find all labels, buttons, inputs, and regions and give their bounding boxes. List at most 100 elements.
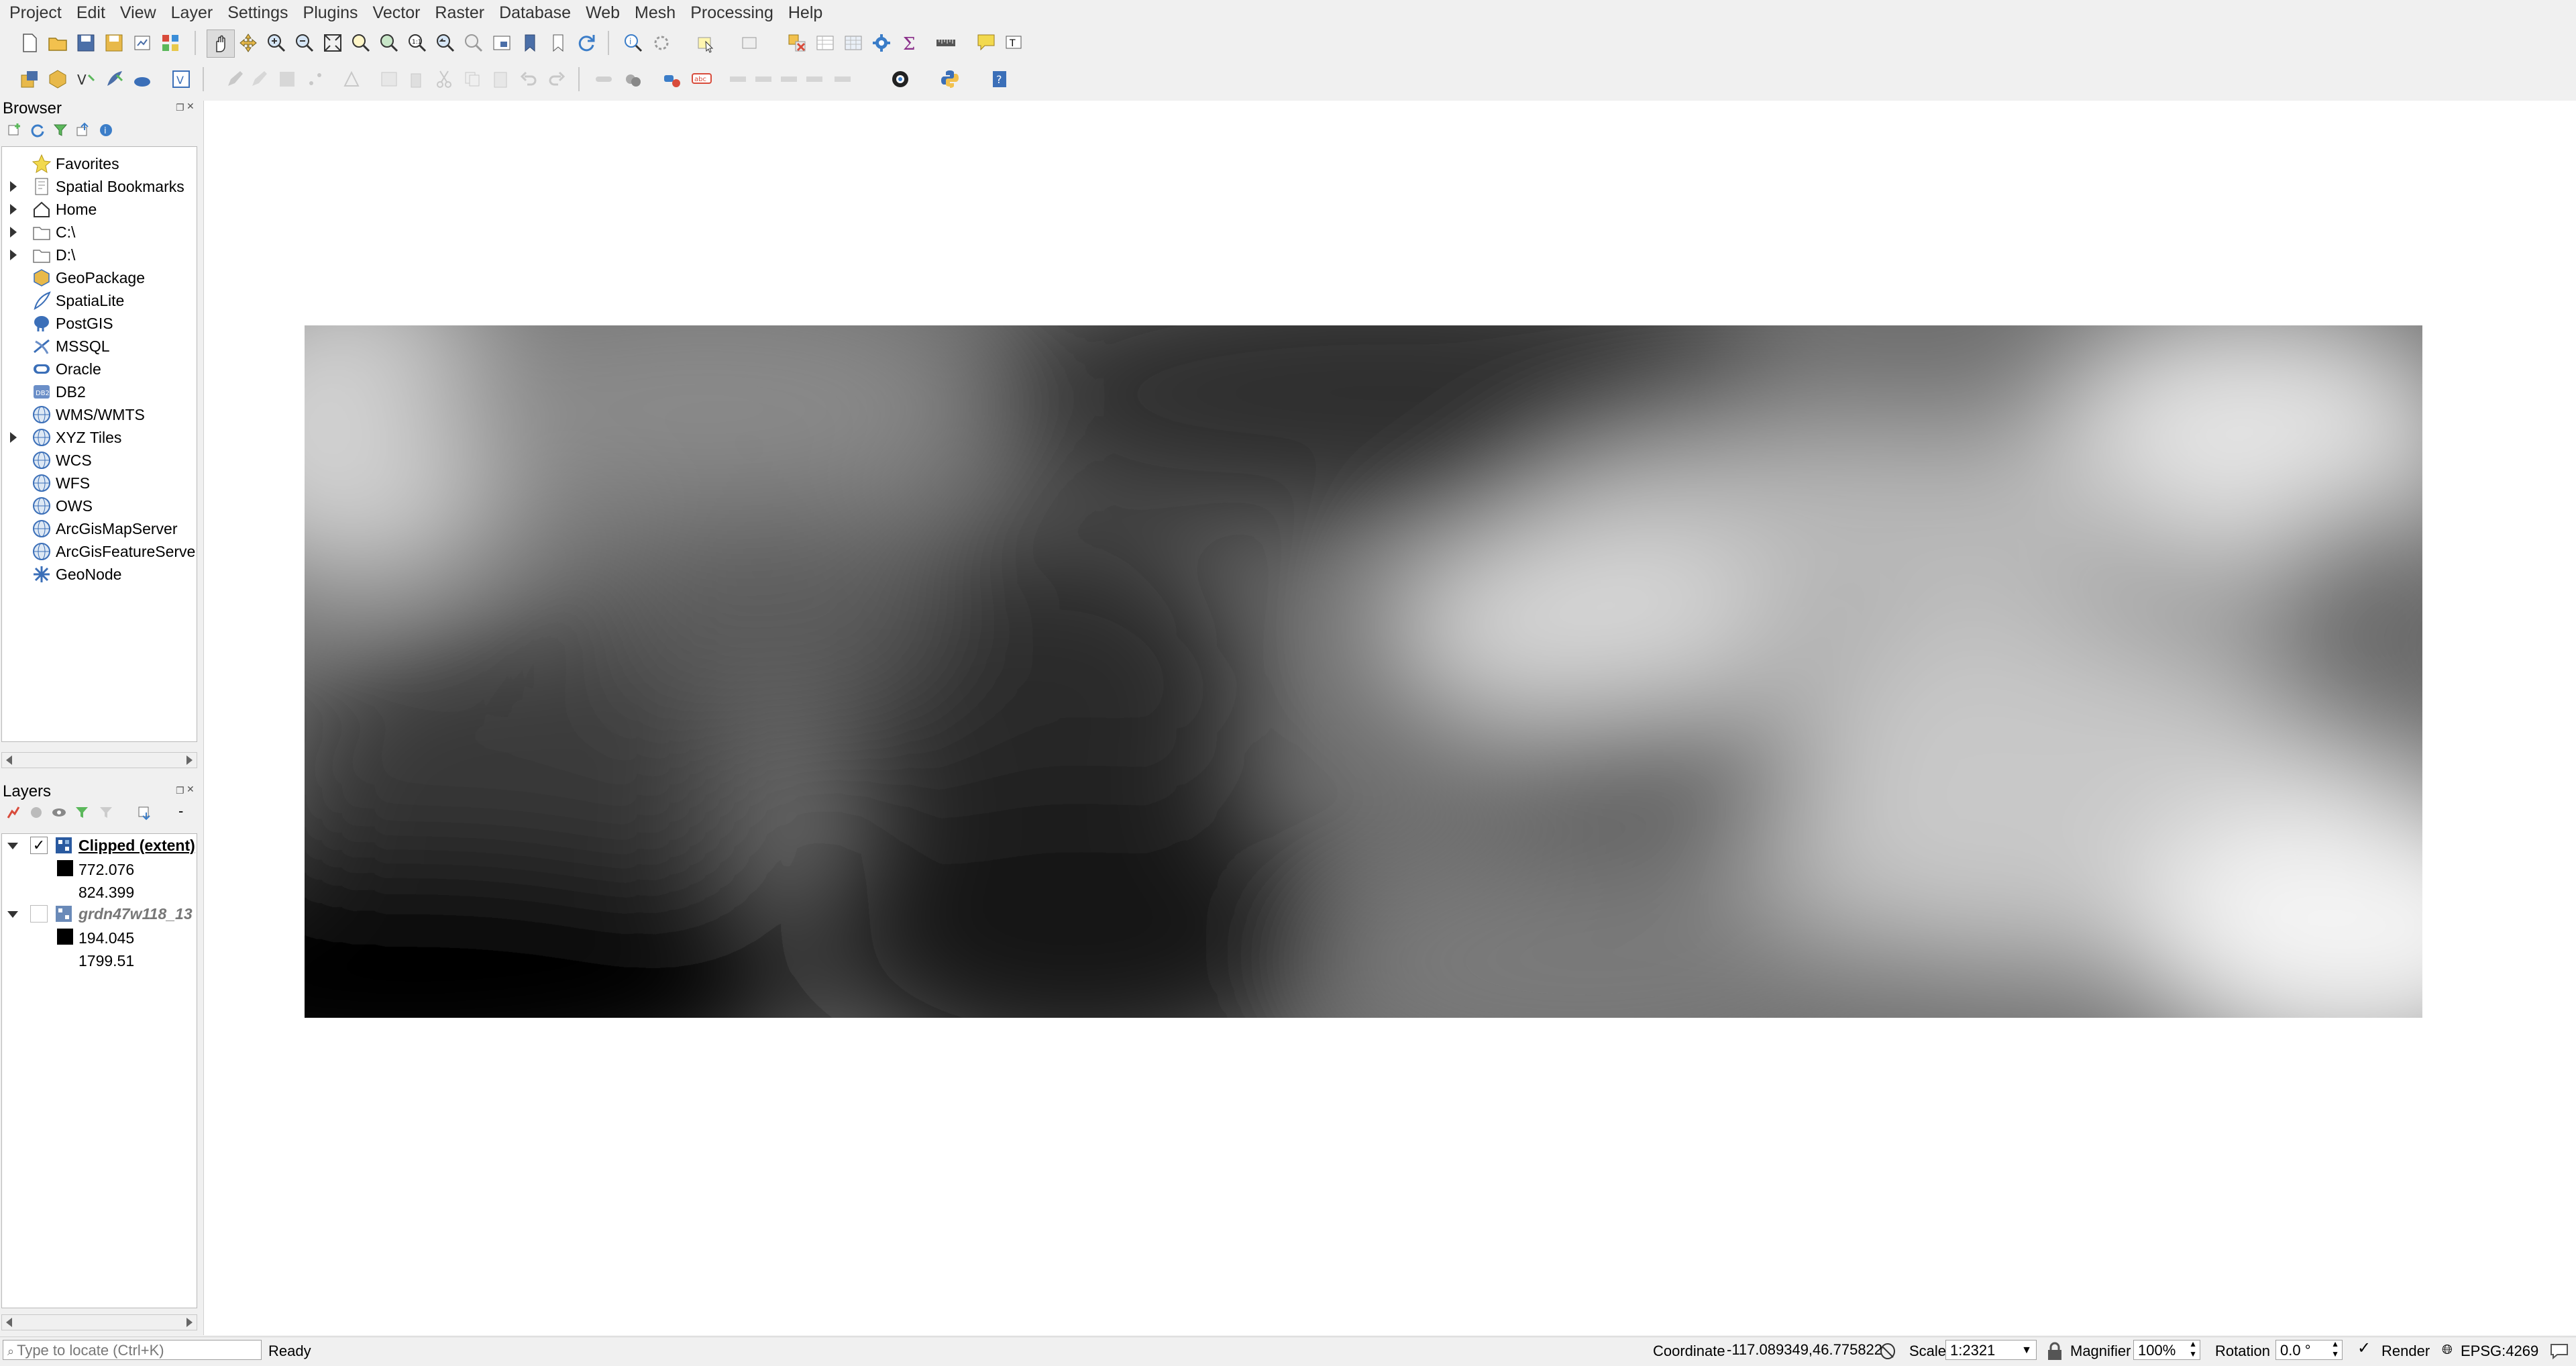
attribute-table-icon[interactable] [812, 30, 839, 56]
style-layer-icon[interactable] [5, 804, 21, 821]
deselect-all-icon[interactable] [784, 30, 810, 56]
layer-labeling-icon[interactable] [620, 66, 647, 93]
rotate-label-icon[interactable] [801, 66, 828, 93]
map-themes-icon[interactable] [51, 804, 67, 821]
browser-item-d[interactable]: D:\ [2, 244, 197, 266]
python-console-icon[interactable] [936, 66, 963, 93]
undo-icon[interactable] [515, 66, 542, 93]
browser-item-mssql[interactable]: MSSQL [2, 335, 197, 358]
change-label-icon[interactable] [829, 66, 856, 93]
lock-scale-icon[interactable] [2046, 1341, 2063, 1361]
layers-scrollbar[interactable] [1, 1314, 197, 1330]
zoom-native-icon[interactable]: 1:1 [404, 30, 431, 56]
label-abc-icon[interactable]: abc [688, 66, 715, 93]
statistical-summary-icon[interactable]: Σ [896, 30, 923, 56]
browser-item-xyz-tiles[interactable]: XYZ Tiles [2, 426, 197, 449]
show-hide-labels-icon[interactable] [750, 66, 777, 93]
new-virtual-layer-icon[interactable]: V [168, 66, 195, 93]
menu-project[interactable]: Project [0, 3, 67, 23]
browser-item-c[interactable]: C:\ [2, 221, 197, 244]
menu-view[interactable]: View [111, 3, 162, 23]
menu-web[interactable]: Web [576, 3, 625, 23]
style-manager-icon[interactable] [157, 30, 184, 56]
close-panel-icon[interactable]: ✕ [186, 101, 195, 112]
browser-item-db2[interactable]: DB2 DB2 [2, 380, 197, 403]
menu-layer[interactable]: Layer [162, 3, 219, 23]
menu-edit[interactable]: Edit [67, 3, 111, 23]
browser-item-wms-wmts[interactable]: WMS/WMTS [2, 403, 197, 426]
zoom-out-icon[interactable] [291, 30, 318, 56]
layer-item[interactable]: grdn47w118_13 [2, 902, 197, 925]
expand-arrow-icon[interactable] [10, 181, 17, 192]
browser-item-arcgisfeatureserver[interactable]: ArcGisFeatureServer [2, 540, 197, 563]
new-geopackage-layer-icon[interactable] [44, 66, 71, 93]
menu-raster[interactable]: Raster [425, 3, 490, 23]
new-temporary-layer-icon[interactable] [129, 66, 156, 93]
layer-item[interactable]: ✓ Clipped (extent) [2, 834, 197, 857]
map-tips-icon[interactable] [973, 30, 1000, 56]
zoom-next-icon[interactable] [460, 30, 487, 56]
processing-toolbox-icon[interactable] [868, 30, 895, 56]
field-calculator-icon[interactable] [840, 30, 867, 56]
zoom-in-icon[interactable] [263, 30, 290, 56]
coordinate-field[interactable]: -117.089349,46.775822 [1723, 1340, 1882, 1360]
cut-features-icon[interactable] [431, 66, 458, 93]
menu-database[interactable]: Database [490, 3, 576, 23]
label-diagram-icon[interactable] [659, 66, 686, 93]
save-project-icon[interactable] [72, 30, 99, 56]
menu-vector[interactable]: Vector [364, 3, 426, 23]
layer-visibility-checkbox[interactable] [30, 905, 48, 923]
run-action-icon[interactable] [648, 30, 675, 56]
copy-features-icon[interactable] [459, 66, 486, 93]
vertex-tool-icon[interactable] [338, 66, 365, 93]
zoom-last-icon[interactable] [432, 30, 459, 56]
move-label-icon[interactable] [775, 66, 802, 93]
browser-item-spatial-bookmarks[interactable]: Spatial Bookmarks [2, 175, 197, 198]
filter-legend-icon[interactable] [74, 804, 90, 821]
messages-icon[interactable] [2549, 1343, 2569, 1360]
locator-search-input[interactable]: ⌕ Type to locate (Ctrl+K) [3, 1340, 262, 1360]
browser-item-postgis[interactable]: PostGIS [2, 312, 197, 335]
pan-to-selection-icon[interactable] [235, 30, 262, 56]
zoom-to-layer-icon[interactable] [376, 30, 402, 56]
text-annotation-icon[interactable]: T [1001, 30, 1028, 56]
browser-item-home[interactable]: Home [2, 198, 197, 221]
expand-arrow-icon[interactable] [10, 204, 17, 215]
new-shapefile-layer-icon[interactable]: V [72, 66, 99, 93]
sentinel-plugin-icon[interactable] [887, 66, 914, 93]
close-panel-icon[interactable]: ✕ [186, 784, 195, 795]
collapse-all-icon[interactable] [75, 122, 91, 138]
select-features-icon[interactable] [692, 30, 719, 56]
browser-item-arcgismapserver[interactable]: ArcGisMapServer [2, 517, 197, 540]
save-as-icon[interactable] [101, 30, 127, 56]
expand-all-icon[interactable] [137, 804, 153, 821]
expand-arrow-icon[interactable] [10, 432, 17, 443]
new-spatialite-layer-icon[interactable] [101, 66, 127, 93]
current-edits-icon[interactable] [221, 66, 248, 93]
menu-mesh[interactable]: Mesh [625, 3, 681, 23]
new-map-view-icon[interactable] [488, 30, 515, 56]
layer-visibility-checkbox[interactable]: ✓ [30, 837, 48, 854]
menu-plugins[interactable]: Plugins [294, 3, 364, 23]
new-project-icon[interactable] [16, 30, 43, 56]
menu-processing[interactable]: Processing [681, 3, 779, 23]
identify-features-icon[interactable]: i [620, 30, 647, 56]
add-group-icon[interactable] [28, 804, 44, 821]
scale-combobox[interactable]: 1:2321 ▼ [1945, 1340, 2037, 1360]
redo-icon[interactable] [543, 66, 570, 93]
map-canvas[interactable] [203, 101, 2576, 1335]
browser-item-ows[interactable]: OWS [2, 494, 197, 517]
menu-help[interactable]: Help [779, 3, 828, 23]
save-edits-icon[interactable] [274, 66, 301, 93]
float-panel-icon[interactable]: ❐ [176, 102, 184, 113]
layers-more-icon[interactable]: - [178, 802, 183, 820]
browser-item-favorites[interactable]: Favorites [2, 152, 197, 175]
filter-browser-icon[interactable] [52, 122, 68, 138]
render-checkbox[interactable]: ✓ [2357, 1341, 2373, 1357]
menu-settings[interactable]: Settings [218, 3, 293, 23]
refresh-browser-icon[interactable] [30, 122, 46, 138]
label-tool-icon[interactable] [590, 66, 617, 93]
zoom-to-selection-icon[interactable] [347, 30, 374, 56]
pan-hand-icon[interactable] [207, 30, 235, 58]
browser-item-geonode[interactable]: GeoNode [2, 563, 197, 586]
